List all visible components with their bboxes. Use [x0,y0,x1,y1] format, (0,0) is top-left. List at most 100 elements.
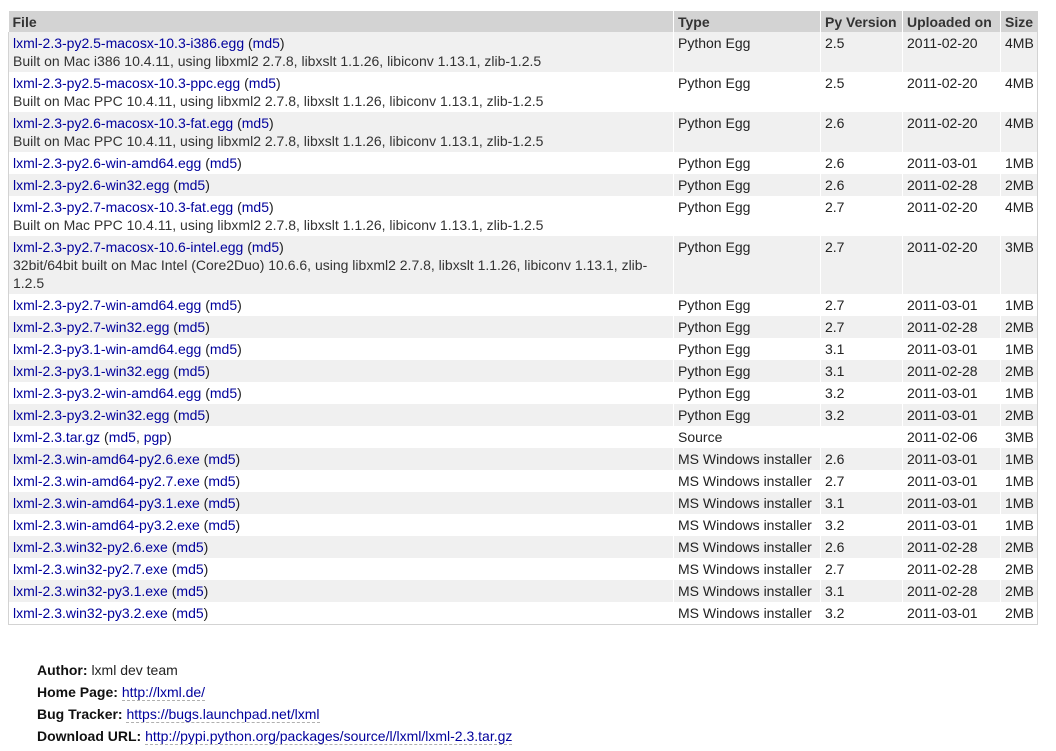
type-cell: MS Windows installer [673,558,821,580]
py-version-cell: 2.5 [820,72,903,112]
file-download-link[interactable]: lxml-2.3-py2.5-macosx-10.3-i386.egg [13,35,244,51]
paren-open: ( [243,239,252,255]
file-cell: lxml-2.3.win-amd64-py2.6.exe (md5) [8,448,674,470]
type-cell: Python Egg [673,382,821,404]
file-cell: lxml-2.3.win-amd64-py2.7.exe (md5) [8,470,674,492]
download-url-link[interactable]: http://pypi.python.org/packages/source/l… [145,728,513,745]
uploaded-on-cell: 2011-03-01 [902,404,1001,426]
md5-link[interactable]: md5 [208,495,235,511]
paren-open: ( [233,115,242,131]
md5-link[interactable]: md5 [208,473,235,489]
md5-link[interactable]: md5 [176,539,203,555]
md5-link[interactable]: md5 [210,155,237,171]
md5-link[interactable]: md5 [178,363,205,379]
paren-close: ) [269,115,274,131]
size-cell: 4MB [1000,72,1038,112]
file-download-link[interactable]: lxml-2.3-py2.5-macosx-10.3-ppc.egg [13,75,240,91]
paren-close: ) [203,583,209,599]
md5-link[interactable]: md5 [210,385,237,401]
file-cell: lxml-2.3-py3.2-win32.egg (md5) [8,404,674,426]
size-cell: 2MB [1000,404,1038,426]
file-download-link[interactable]: lxml-2.3.tar.gz [13,429,100,445]
file-download-link[interactable]: lxml-2.3-py3.2-win-amd64.egg [13,385,201,401]
paren-open: ( [201,341,210,357]
table-row: lxml-2.3.win32-py3.2.exe (md5) MS Windows… [8,602,1038,625]
md5-link[interactable]: md5 [178,319,205,335]
size-cell: 3MB [1000,426,1038,448]
file-download-link[interactable]: lxml-2.3-py2.7-win-amd64.egg [13,297,201,313]
file-download-link[interactable]: lxml-2.3.win32-py3.2.exe [13,605,168,621]
file-cell: lxml-2.3.win32-py2.7.exe (md5) [8,558,674,580]
file-download-link[interactable]: lxml-2.3-py2.7-macosx-10.6-intel.egg [13,239,243,255]
file-download-link[interactable]: lxml-2.3.win-amd64-py3.2.exe [13,517,200,533]
uploaded-on-cell: 2011-02-28 [902,536,1001,558]
file-download-link[interactable]: lxml-2.3-py3.1-win32.egg [13,363,169,379]
paren-close: ) [235,495,241,511]
home-page-label: Home Page: [37,684,118,700]
file-download-link[interactable]: lxml-2.3-py2.6-macosx-10.3-fat.egg [13,115,233,131]
file-download-link[interactable]: lxml-2.3.win32-py2.7.exe [13,561,168,577]
md5-link[interactable]: md5 [210,297,237,313]
md5-link[interactable]: md5 [176,561,203,577]
md5-link[interactable]: md5 [242,115,269,131]
pgp-link[interactable]: pgp [144,429,167,445]
paren-open: ( [240,75,249,91]
md5-link[interactable]: md5 [208,451,235,467]
file-download-link[interactable]: lxml-2.3-py2.7-macosx-10.3-fat.egg [13,199,233,215]
separator: , [135,429,144,445]
file-download-link[interactable]: lxml-2.3-py2.7-win32.egg [13,319,169,335]
size-cell: 1MB [1000,152,1038,174]
table-row: lxml-2.3-py2.6-win32.egg (md5) Python Egg… [8,174,1038,196]
md5-link[interactable]: md5 [242,199,269,215]
size-cell: 1MB [1000,470,1038,492]
type-cell: MS Windows installer [673,514,821,536]
py-version-cell: 2.7 [820,294,903,316]
file-cell: lxml-2.3-py2.5-macosx-10.3-ppc.egg (md5)… [8,72,674,112]
md5-link[interactable]: md5 [178,407,205,423]
size-cell: 1MB [1000,492,1038,514]
md5-link[interactable]: md5 [176,605,203,621]
uploaded-on-cell: 2011-03-01 [902,470,1001,492]
md5-link[interactable]: md5 [178,177,205,193]
table-row: lxml-2.3.win32-py2.6.exe (md5) MS Windows… [8,536,1038,558]
md5-link[interactable]: md5 [253,35,280,51]
file-download-link[interactable]: lxml-2.3-py2.6-win-amd64.egg [13,155,201,171]
md5-link[interactable]: md5 [210,341,237,357]
paren-close: ) [205,363,210,379]
file-cell: lxml-2.3.win-amd64-py3.1.exe (md5) [8,492,674,514]
md5-link[interactable]: md5 [249,75,276,91]
table-row: lxml-2.3-py2.5-macosx-10.3-ppc.egg (md5)… [8,72,1038,112]
md5-link[interactable]: md5 [109,429,136,445]
file-download-link[interactable]: lxml-2.3-py2.6-win32.egg [13,177,169,193]
file-download-link[interactable]: lxml-2.3.win32-py3.1.exe [13,583,168,599]
md5-link[interactable]: md5 [252,239,279,255]
py-version-cell: 2.7 [820,558,903,580]
file-cell: lxml-2.3.win-amd64-py3.2.exe (md5) [8,514,674,536]
uploaded-on-cell: 2011-03-01 [902,382,1001,404]
bug-tracker-link[interactable]: https://bugs.launchpad.net/lxml [126,706,320,723]
paren-close: ) [279,239,284,255]
paren-open: ( [201,385,210,401]
file-cell: lxml-2.3-py2.6-win-amd64.egg (md5) [8,152,674,174]
column-header-py-version: Py Version [820,11,903,32]
paren-close: ) [205,177,210,193]
type-cell: Python Egg [673,174,821,196]
size-cell: 4MB [1000,196,1038,236]
home-page-link[interactable]: http://lxml.de/ [121,684,206,701]
file-download-link[interactable]: lxml-2.3.win32-py2.6.exe [13,539,168,555]
md5-link[interactable]: md5 [176,583,203,599]
file-download-link[interactable]: lxml-2.3.win-amd64-py2.7.exe [13,473,200,489]
uploaded-on-cell: 2011-02-28 [902,360,1001,382]
file-download-link[interactable]: lxml-2.3-py3.1-win-amd64.egg [13,341,201,357]
file-download-link[interactable]: lxml-2.3.win-amd64-py3.1.exe [13,495,200,511]
py-version-cell [820,426,903,448]
md5-link[interactable]: md5 [208,517,235,533]
paren-close: ) [276,75,281,91]
py-version-cell: 3.1 [820,338,903,360]
file-download-link[interactable]: lxml-2.3.win-amd64-py2.6.exe [13,451,200,467]
paren-close: ) [203,605,209,621]
bug-tracker-row: Bug Tracker: https://bugs.launchpad.net/… [37,703,512,725]
type-cell: Python Egg [673,152,821,174]
py-version-cell: 3.2 [820,382,903,404]
file-download-link[interactable]: lxml-2.3-py3.2-win32.egg [13,407,169,423]
